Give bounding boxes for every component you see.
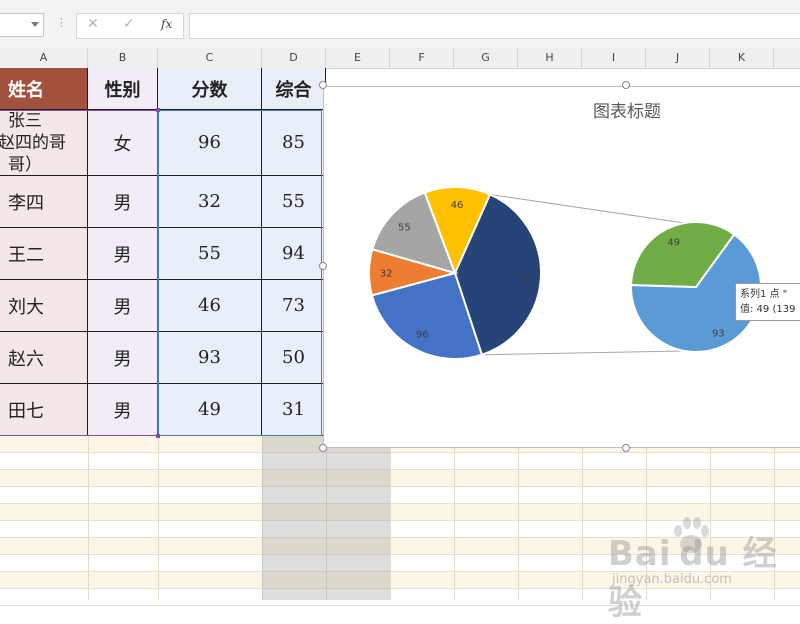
table-cell-gender[interactable]: 女 xyxy=(88,110,158,176)
table-cell-name[interactable]: 王二 xyxy=(0,228,88,280)
table-cell-gender[interactable]: 男 xyxy=(88,176,158,228)
formula-input[interactable] xyxy=(189,13,800,39)
column-header-d[interactable]: D xyxy=(262,48,326,68)
grid-line xyxy=(454,436,455,600)
table-cell-name[interactable]: 赵六 xyxy=(0,332,88,384)
header-gender[interactable]: 性别 xyxy=(88,68,158,110)
empty-row[interactable] xyxy=(0,453,800,470)
resize-handle[interactable] xyxy=(319,81,327,89)
column-selection-shade xyxy=(262,436,390,600)
grip-icon[interactable]: ⋮ xyxy=(56,16,67,29)
column-header-a[interactable]: A xyxy=(0,48,88,68)
table-cell-total[interactable]: 73 xyxy=(262,280,326,332)
column-header-g[interactable]: G xyxy=(454,48,518,68)
close-icon[interactable]: ✕ xyxy=(87,16,99,32)
formula-buttons: ✕ ✓ fx xyxy=(76,13,184,39)
name-line: 赵四的哥 xyxy=(0,132,66,153)
check-icon[interactable]: ✓ xyxy=(123,16,135,32)
secondary-pie-data-label[interactable]: 93 xyxy=(712,329,725,340)
column-header-f[interactable]: F xyxy=(390,48,454,68)
tooltip-line: 值: 49 (139 xyxy=(740,304,796,315)
watermark: Bai du 经验 jingyan.baidu.com xyxy=(608,514,800,623)
column-header-h[interactable]: H xyxy=(518,48,582,68)
primary-pie-data-label[interactable]: 142 xyxy=(514,272,533,283)
name-line: 哥） xyxy=(8,154,42,175)
table-cell-gender[interactable]: 男 xyxy=(88,384,158,436)
name-line: 张三 xyxy=(8,110,42,131)
chart-tooltip: 系列1 点 " 值: 49 (139 xyxy=(735,283,800,321)
table-cell-gender[interactable]: 男 xyxy=(88,332,158,384)
chart-area[interactable]: 图表标题 142 96 32 55 46 93 49 系列1 点 " 值: 49 (139 xyxy=(323,86,800,448)
table-cell-name[interactable]: 田七 xyxy=(0,384,88,436)
column-header-c[interactable]: C xyxy=(158,48,262,68)
primary-pie-data-label[interactable]: 96 xyxy=(416,330,429,341)
table-cell-total[interactable]: 55 xyxy=(262,176,326,228)
resize-handle[interactable] xyxy=(622,81,630,89)
grid-line xyxy=(518,436,519,600)
table-cell-total[interactable]: 85 xyxy=(262,110,326,176)
grid-line xyxy=(88,436,89,600)
watermark-url: jingyan.baidu.com xyxy=(612,572,732,587)
series-line[interactable] xyxy=(481,350,685,356)
column-header-k[interactable]: K xyxy=(710,48,774,68)
primary-pie-data-label[interactable]: 46 xyxy=(451,200,464,211)
primary-pie-data-label[interactable]: 32 xyxy=(380,268,393,279)
table-cell-score[interactable]: 46 xyxy=(158,280,262,332)
empty-row[interactable] xyxy=(0,487,800,504)
column-header-b[interactable]: B xyxy=(88,48,158,68)
table-cell-name[interactable]: 张三 赵四的哥 哥） xyxy=(0,110,88,176)
resize-handle[interactable] xyxy=(319,444,327,452)
table-cell-score[interactable]: 32 xyxy=(158,176,262,228)
column-header-j[interactable]: J xyxy=(646,48,710,68)
primary-pie-data-label[interactable]: 55 xyxy=(398,222,411,233)
column-header-e[interactable]: E xyxy=(326,48,390,68)
range-handle[interactable] xyxy=(156,108,160,112)
resize-handle[interactable] xyxy=(622,444,630,452)
table-cell-total[interactable]: 31 xyxy=(262,384,326,436)
table-cell-score[interactable]: 49 xyxy=(158,384,262,436)
insert-function-icon[interactable]: fx xyxy=(161,17,172,31)
empty-row[interactable] xyxy=(0,470,800,487)
header-score[interactable]: 分数 xyxy=(158,68,262,110)
table-cell-gender[interactable]: 男 xyxy=(88,280,158,332)
formula-bar: ⋮ ✕ ✓ fx xyxy=(0,0,800,49)
table-cell-name[interactable]: 李四 xyxy=(0,176,88,228)
table-cell-gender[interactable]: 男 xyxy=(88,228,158,280)
table-cell-score[interactable]: 96 xyxy=(158,110,262,176)
table-cell-name[interactable]: 刘大 xyxy=(0,280,88,332)
header-name[interactable]: 姓名 xyxy=(0,68,88,110)
name-box[interactable] xyxy=(0,13,44,37)
resize-handle[interactable] xyxy=(319,262,327,270)
table-cell-total[interactable]: 50 xyxy=(262,332,326,384)
chevron-down-icon[interactable] xyxy=(31,22,39,27)
table-cell-score[interactable]: 93 xyxy=(158,332,262,384)
grid-line xyxy=(158,436,159,600)
grid-line xyxy=(582,436,583,600)
table-cell-score[interactable]: 55 xyxy=(158,228,262,280)
column-header-row: A B C D E F G H I J K xyxy=(0,48,800,69)
header-total[interactable]: 综合 xyxy=(262,68,326,110)
pie-of-pie-chart[interactable]: 142 96 32 55 46 93 49 xyxy=(324,87,800,449)
column-header-i[interactable]: I xyxy=(582,48,646,68)
range-handle[interactable] xyxy=(156,434,160,438)
secondary-pie-data-label[interactable]: 49 xyxy=(667,237,680,248)
tooltip-line: 系列1 点 " xyxy=(740,289,788,300)
grid-line xyxy=(390,436,391,600)
table-cell-total[interactable]: 94 xyxy=(262,228,326,280)
